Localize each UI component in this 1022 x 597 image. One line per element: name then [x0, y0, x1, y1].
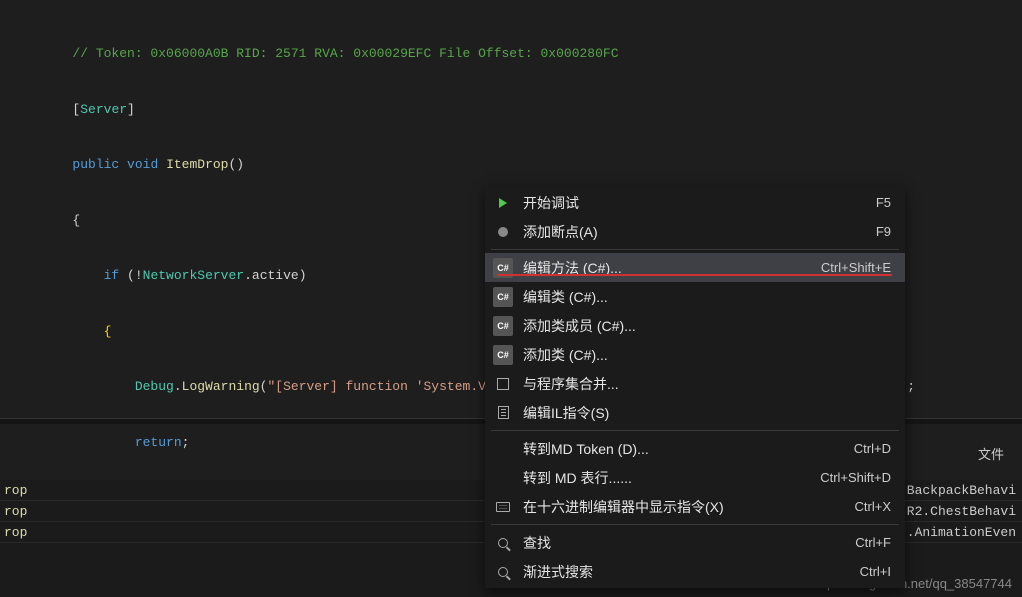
menu-separator — [491, 430, 899, 431]
csharp-icon: C# — [493, 287, 513, 307]
menu-find[interactable]: 查找 Ctrl+F — [485, 528, 905, 557]
menu-incremental-search[interactable]: 渐进式搜索 Ctrl+I — [485, 557, 905, 586]
menu-edit-il[interactable]: 编辑IL指令(S) — [485, 398, 905, 427]
menu-add-class-member[interactable]: C# 添加类成员 (C#)... — [485, 311, 905, 340]
keyboard-icon — [493, 497, 513, 517]
menu-add-class[interactable]: C# 添加类 (C#)... — [485, 340, 905, 369]
search-icon — [493, 562, 513, 582]
box-icon — [493, 374, 513, 394]
breakpoint-icon — [493, 222, 513, 242]
csharp-icon: C# — [493, 345, 513, 365]
play-icon — [493, 193, 513, 213]
find-type: R2.ChestBehavi — [907, 504, 1022, 519]
search-icon — [493, 533, 513, 553]
menu-show-in-hex[interactable]: 在十六进制编辑器中显示指令(X) Ctrl+X — [485, 492, 905, 521]
menu-edit-method[interactable]: C# 编辑方法 (C#)... Ctrl+Shift+E — [485, 253, 905, 282]
find-hit: rop — [4, 483, 27, 498]
comment: // Token: 0x06000A0B RID: 2571 RVA: 0x00… — [72, 46, 618, 61]
menu-start-debug[interactable]: 开始调试 F5 — [485, 188, 905, 217]
blank-icon — [493, 468, 513, 488]
menu-goto-md-row[interactable]: 转到 MD 表行...... Ctrl+Shift+D — [485, 463, 905, 492]
find-type: BackpackBehavi — [907, 483, 1022, 498]
menu-separator — [491, 249, 899, 250]
menu-merge-assembly[interactable]: 与程序集合并... — [485, 369, 905, 398]
context-menu[interactable]: 开始调试 F5 添加断点(A) F9 C# 编辑方法 (C#)... Ctrl+… — [485, 186, 905, 588]
menu-separator — [491, 524, 899, 525]
find-hit: rop — [4, 504, 27, 519]
find-header-label: 文件 — [978, 444, 1004, 463]
blank-icon — [493, 439, 513, 459]
find-type: .AnimationEven — [907, 525, 1022, 540]
menu-goto-md-token[interactable]: 转到MD Token (D)... Ctrl+D — [485, 434, 905, 463]
code-line: // Token: 0x06000A0B RID: 2571 RVA: 0x00… — [0, 45, 1022, 64]
menu-add-breakpoint[interactable]: 添加断点(A) F9 — [485, 217, 905, 246]
code-line: [Server] — [0, 101, 1022, 120]
menu-edit-class[interactable]: C# 编辑类 (C#)... — [485, 282, 905, 311]
doc-icon — [493, 403, 513, 423]
highlight-underline — [497, 274, 892, 276]
find-hit: rop — [4, 525, 27, 540]
code-line: public void ItemDrop() — [0, 156, 1022, 175]
csharp-icon: C# — [493, 316, 513, 336]
